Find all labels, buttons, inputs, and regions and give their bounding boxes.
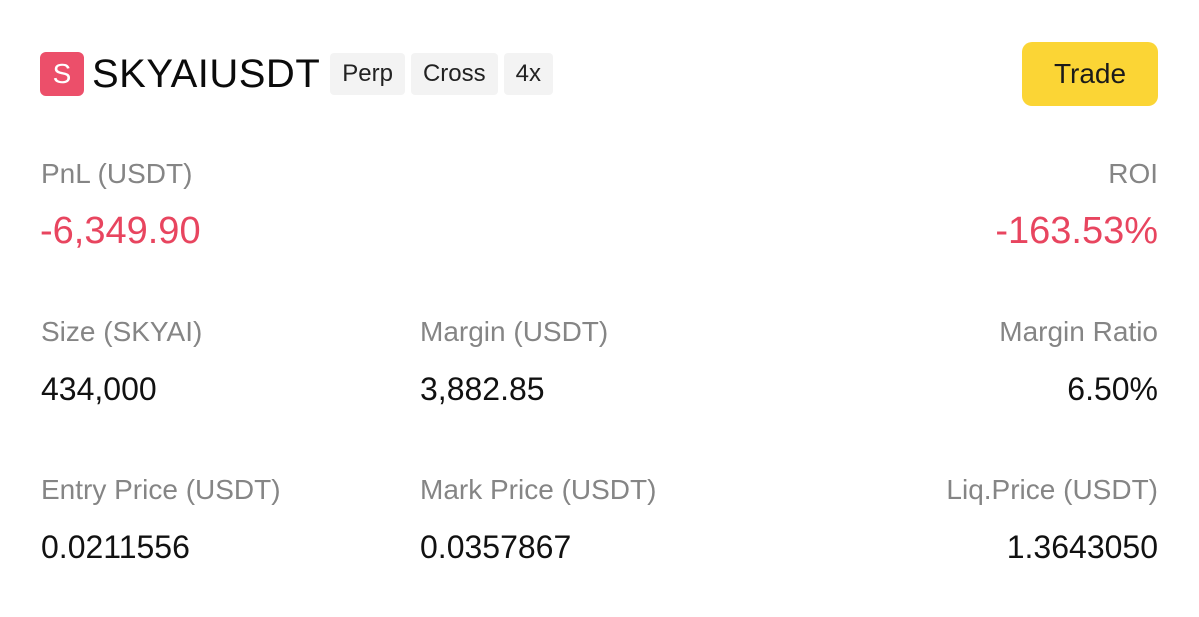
size-label: Size (SKYAI) xyxy=(41,316,203,347)
tag-contract-type: Perp xyxy=(330,53,405,95)
margin-ratio-label: Margin Ratio xyxy=(999,316,1158,347)
mark-price-value: 0.0357867 xyxy=(420,529,572,565)
tag-leverage: 4x xyxy=(503,53,553,95)
margin-label: Margin (USDT) xyxy=(420,316,609,347)
trade-button[interactable]: Trade xyxy=(1022,42,1158,106)
liq-price-value: 1.3643050 xyxy=(1006,529,1158,565)
liq-price-label: Liq.Price (USDT) xyxy=(946,474,1158,505)
margin-ratio-value: 6.50% xyxy=(1067,371,1158,407)
position-header: S SKYAIUSDT Perp Cross 4x Trade xyxy=(40,41,1158,107)
mark-price-label: Mark Price (USDT) xyxy=(420,474,657,505)
pnl-value: -6,349.90 xyxy=(40,210,201,252)
size-value: 434,000 xyxy=(41,371,157,407)
roi-value: -163.53% xyxy=(995,210,1158,252)
entry-price-value: 0.0211556 xyxy=(41,529,190,565)
pnl-label: PnL (USDT) xyxy=(41,158,193,189)
tag-margin-mode: Cross xyxy=(410,53,498,95)
symbol-name: SKYAIUSDT xyxy=(92,51,321,96)
roi-label: ROI xyxy=(1108,158,1158,189)
symbol-logo-icon: S xyxy=(40,52,84,96)
margin-value: 3,882.85 xyxy=(420,371,545,407)
entry-price-label: Entry Price (USDT) xyxy=(41,474,281,505)
